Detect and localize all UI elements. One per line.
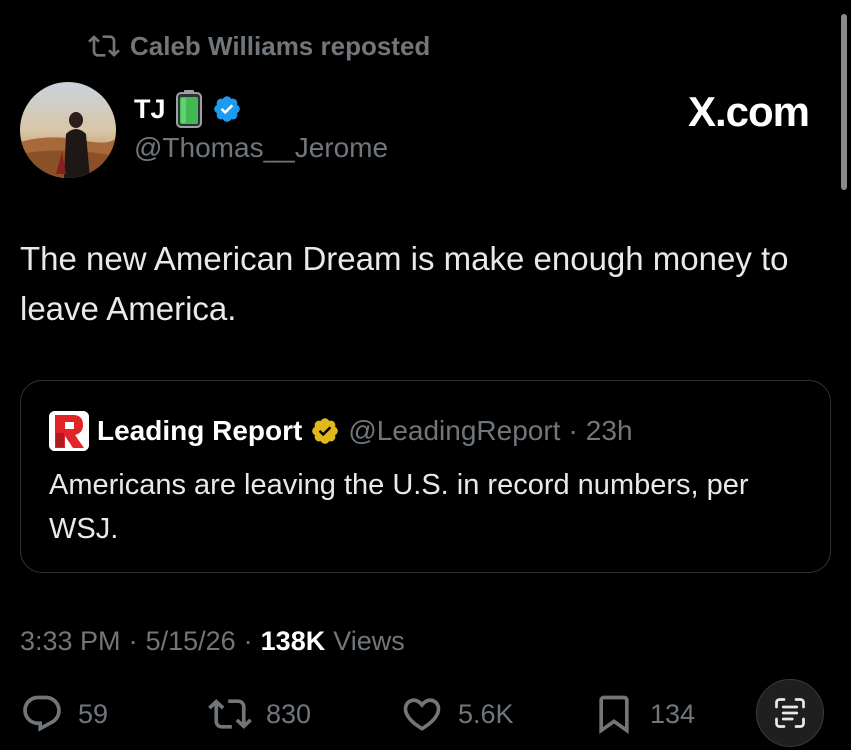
tweet-time[interactable]: 3:33 PM	[20, 626, 121, 657]
like-count: 5.6K	[458, 698, 514, 729]
heart-icon	[403, 698, 441, 731]
repost-text: Caleb Williams reposted	[130, 30, 431, 61]
repost-button[interactable]: 830	[208, 684, 311, 744]
author-name: TJ	[134, 93, 166, 124]
avatar-image	[20, 82, 116, 178]
tweet-text: The new American Dream is make enough mo…	[20, 240, 789, 327]
views-count: 138K	[260, 626, 326, 656]
repost-indicator[interactable]: Caleb Williams reposted	[88, 30, 430, 62]
like-button[interactable]: 5.6K	[400, 684, 514, 744]
gold-verified-badge-icon	[312, 418, 339, 444]
reply-icon	[23, 695, 61, 732]
avatar[interactable]	[20, 82, 116, 178]
author-handle[interactable]: @Thomas__Jerome	[134, 132, 388, 164]
quoted-tweet-card[interactable]: Leading Report @LeadingReport · 23h Amer…	[20, 380, 831, 573]
xcom-watermark: X.com	[687, 88, 810, 135]
author-name-row[interactable]: TJ	[134, 90, 242, 128]
scrollbar[interactable]	[841, 14, 847, 190]
reply-count: 59	[78, 698, 109, 729]
quote-time: 23h	[585, 415, 633, 446]
text-scan-icon	[775, 698, 805, 728]
bookmark-button[interactable]: 134	[592, 684, 695, 744]
bookmark-count: 134	[650, 698, 696, 729]
battery-icon	[175, 90, 202, 128]
repost-count: 830	[266, 698, 312, 729]
bookmark-icon	[599, 695, 629, 735]
quote-author-name: Leading Report	[97, 415, 303, 446]
verified-badge-icon	[213, 96, 240, 122]
repost-icon	[88, 35, 120, 57]
quote-header: Leading Report @LeadingReport · 23h	[49, 411, 633, 451]
meta-separator: ·	[243, 626, 253, 656]
views-label: Views	[333, 626, 405, 656]
tweet-meta: 3:33 PM · 5/15/26 · 138K Views	[20, 626, 405, 657]
repost-icon	[208, 699, 252, 729]
meta-separator: ·	[128, 626, 138, 656]
live-text-scan-button[interactable]	[756, 679, 824, 747]
quote-separator: ·	[568, 415, 578, 446]
reply-button[interactable]: 59	[20, 684, 108, 744]
action-bar: 59 830 5.6K 134	[20, 684, 831, 744]
tweet-date[interactable]: 5/15/26	[146, 626, 236, 657]
leading-report-logo	[49, 411, 89, 451]
quote-text: Americans are leaving the U.S. in record…	[49, 469, 749, 545]
quote-author-handle: @LeadingReport	[348, 415, 561, 446]
